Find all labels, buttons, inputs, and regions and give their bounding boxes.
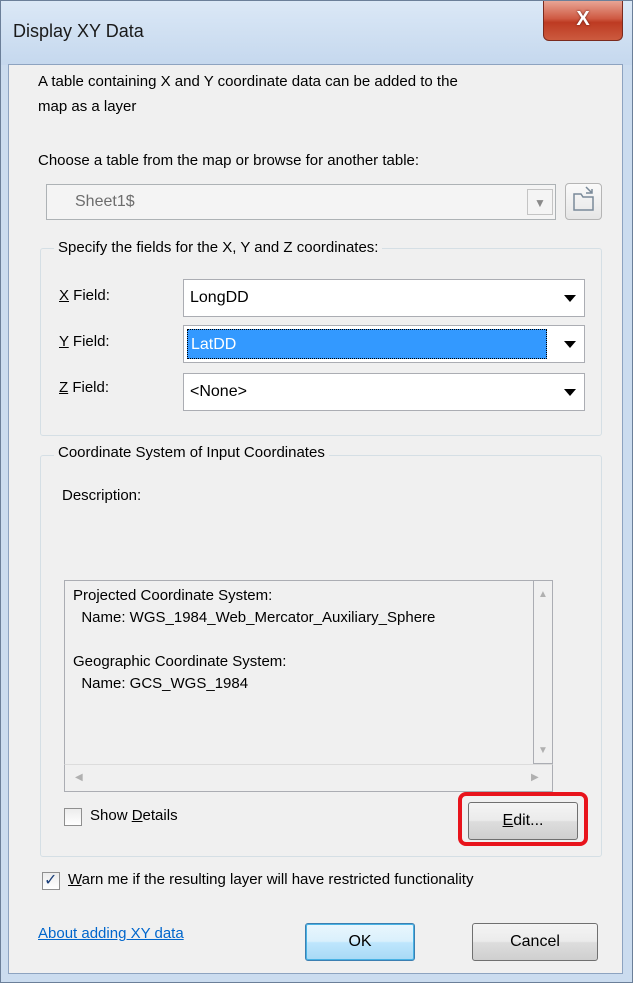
z-field-accel: Z xyxy=(59,379,69,396)
z-field-label: Z Field: xyxy=(59,379,109,396)
z-field-label-text: Field: xyxy=(68,379,110,396)
description-line-1: Projected Coordinate System: xyxy=(73,587,273,604)
table-combo[interactable]: Sheet1$ ▼ xyxy=(46,184,556,220)
y-field-label-text: Field: xyxy=(68,333,110,350)
intro-text-line1: A table containing X and Y coordinate da… xyxy=(38,73,458,90)
scroll-right-icon[interactable]: ▶ xyxy=(531,772,539,783)
scroll-up-icon[interactable]: ▲ xyxy=(538,589,548,600)
browse-table-button[interactable] xyxy=(565,183,602,220)
y-field-value: LatDD xyxy=(191,336,237,353)
chevron-down-icon xyxy=(564,389,576,396)
ok-button[interactable]: OK xyxy=(305,923,415,961)
description-box[interactable]: Projected Coordinate System: Name: WGS_1… xyxy=(64,580,534,792)
table-prompt: Choose a table from the map or browse fo… xyxy=(38,152,420,169)
close-icon: X xyxy=(576,8,590,30)
open-folder-icon xyxy=(573,186,594,211)
description-horizontal-scrollbar[interactable]: ◀ ▶ xyxy=(64,764,553,792)
z-field-value: <None> xyxy=(190,383,247,400)
close-button[interactable]: X xyxy=(543,1,623,41)
y-field-dropdown[interactable]: LatDD xyxy=(183,325,585,363)
description-label: Description: xyxy=(62,487,142,504)
x-field-dropdown[interactable]: LongDD xyxy=(183,279,585,317)
description-vertical-scrollbar[interactable]: ▲ ▼ xyxy=(534,580,553,764)
edit-button-highlight xyxy=(458,792,588,846)
chevron-down-icon xyxy=(564,295,576,302)
show-details-label[interactable]: Show Details xyxy=(90,807,178,824)
description-line-5: Name: GCS_WGS_1984 xyxy=(73,675,249,692)
x-field-label-text: Field: xyxy=(69,287,110,304)
y-field-selection: LatDD xyxy=(187,329,547,359)
warn-checkbox[interactable]: ✓ xyxy=(42,872,60,890)
chevron-down-icon xyxy=(564,341,576,348)
fields-group-label: Specify the fields for the X, Y and Z co… xyxy=(54,239,383,256)
x-field-accel: X xyxy=(59,287,70,304)
warn-label-text: arn me if the resulting layer will have … xyxy=(81,871,474,888)
show-details-text-pre: Show xyxy=(90,807,132,824)
show-details-text-post: etails xyxy=(142,807,178,824)
description-line-4: Geographic Coordinate System: xyxy=(73,653,287,670)
z-field-dropdown[interactable]: <None> xyxy=(183,373,585,411)
x-field-value: LongDD xyxy=(190,289,249,306)
cancel-button[interactable]: Cancel xyxy=(472,923,598,961)
description-line-2: Name: WGS_1984_Web_Mercator_Auxiliary_Sp… xyxy=(73,609,436,626)
scroll-left-icon[interactable]: ◀ xyxy=(75,772,83,783)
y-field-accel: Y xyxy=(59,333,69,350)
checkmark-icon: ✓ xyxy=(44,872,58,889)
about-xy-data-link[interactable]: About adding XY data xyxy=(38,925,184,942)
coord-system-group-label: Coordinate System of Input Coordinates xyxy=(54,444,329,461)
table-combo-value: Sheet1$ xyxy=(75,193,135,210)
x-field-label: X Field: xyxy=(59,287,110,304)
warn-label[interactable]: Warn me if the resulting layer will have… xyxy=(68,871,473,888)
show-details-accel: D xyxy=(131,807,143,824)
scroll-down-icon[interactable]: ▼ xyxy=(538,745,548,756)
warn-accel: W xyxy=(68,871,82,888)
show-details-checkbox[interactable] xyxy=(64,808,82,826)
intro-text-line2: map as a layer xyxy=(38,98,137,115)
chevron-down-icon: ▼ xyxy=(527,189,553,215)
title-bar[interactable]: Display XY Data X xyxy=(1,1,632,65)
window-title: Display XY Data xyxy=(13,21,144,41)
y-field-label: Y Field: xyxy=(59,333,110,350)
